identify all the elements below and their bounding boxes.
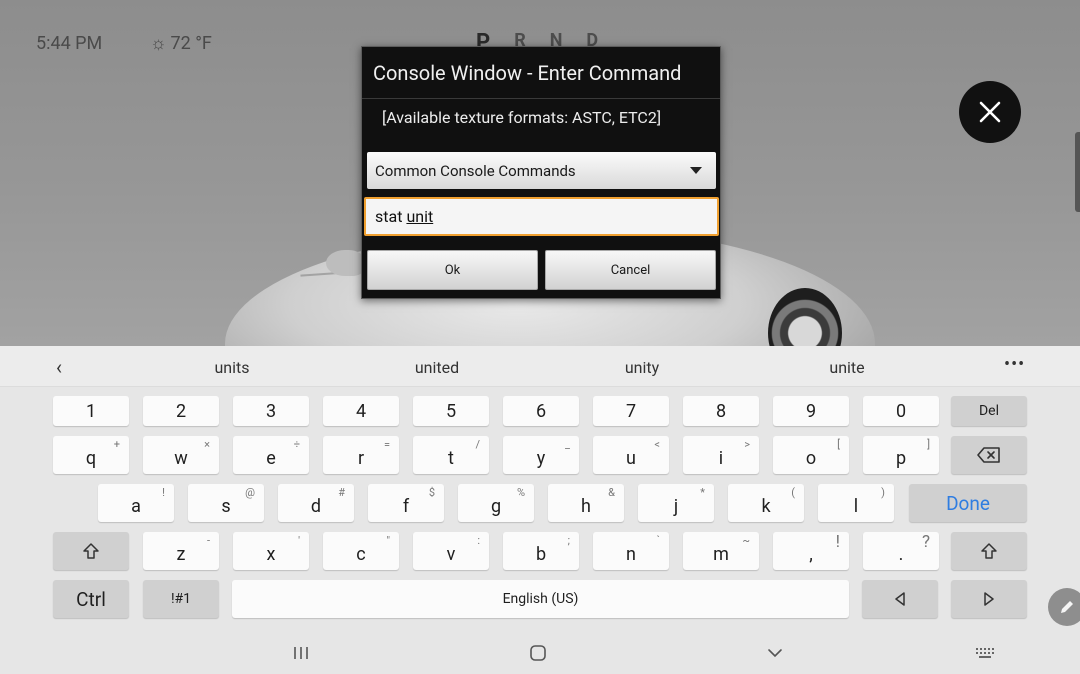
key-9[interactable]: 9: [773, 396, 849, 426]
key-period[interactable]: .?: [863, 532, 939, 570]
key-j[interactable]: j *: [638, 484, 714, 522]
dropdown-arrow-icon: [690, 167, 702, 174]
key-0[interactable]: 0: [863, 396, 939, 426]
key-u[interactable]: u <: [593, 436, 669, 474]
dialog-title: Console Window - Enter Command: [362, 47, 720, 99]
key-i[interactable]: i >: [683, 436, 759, 474]
key-q[interactable]: q +: [53, 436, 129, 474]
key-r[interactable]: r =: [323, 436, 399, 474]
key-b[interactable]: b;: [503, 532, 579, 570]
key-n[interactable]: n `: [593, 532, 669, 570]
cursor-right-key[interactable]: [951, 580, 1027, 618]
edge-panel-handle[interactable]: [1075, 132, 1080, 212]
key-d[interactable]: d #: [278, 484, 354, 522]
sun-icon: ☼: [150, 33, 167, 54]
key-y[interactable]: y _: [503, 436, 579, 474]
key-x[interactable]: x ': [233, 532, 309, 570]
command-input[interactable]: stat unit: [364, 197, 719, 236]
dialog-message: [Available texture formats: ASTC, ETC2]: [382, 108, 662, 127]
status-weather: ☼ 72 °F: [150, 33, 212, 54]
key-4[interactable]: 4: [323, 396, 399, 426]
del-key[interactable]: Del: [951, 396, 1027, 426]
status-temperature: 72 °F: [170, 33, 212, 54]
command-input-current-word: unit: [406, 207, 434, 226]
key-6[interactable]: 6: [503, 396, 579, 426]
ok-button[interactable]: Ok: [367, 250, 538, 290]
car-mirror: [326, 250, 364, 276]
suggestion-1[interactable]: units: [214, 358, 249, 377]
suggestion-2[interactable]: united: [415, 358, 459, 377]
hide-keyboard-icon[interactable]: [766, 644, 784, 662]
key-w[interactable]: w ×: [143, 436, 219, 474]
key-f[interactable]: f $: [368, 484, 444, 522]
dialog-buttons: Ok Cancel: [367, 250, 716, 290]
key-s[interactable]: s @: [188, 484, 264, 522]
shift-icon: [981, 543, 997, 559]
cancel-button[interactable]: Cancel: [545, 250, 716, 290]
home-icon[interactable]: [529, 644, 547, 662]
close-button[interactable]: [959, 81, 1021, 143]
shift-left-key[interactable]: [53, 532, 129, 570]
key-5[interactable]: 5: [413, 396, 489, 426]
symbols-key[interactable]: !#1: [143, 580, 219, 618]
suggestion-back-icon[interactable]: ‹: [56, 355, 62, 379]
navigation-bar: [0, 636, 1080, 674]
done-key[interactable]: Done: [909, 484, 1027, 522]
cursor-left-key[interactable]: [862, 580, 938, 618]
soft-keyboard: ‹ units united unity unite ••• 1 2 3 4 5…: [0, 346, 1080, 636]
key-8[interactable]: 8: [683, 396, 759, 426]
ctrl-key[interactable]: Ctrl: [53, 580, 129, 618]
key-z[interactable]: z-: [143, 532, 219, 570]
space-key[interactable]: English (US): [232, 580, 849, 618]
backspace-icon: [977, 447, 1000, 463]
pen-button[interactable]: [1048, 588, 1080, 626]
key-o[interactable]: o[: [773, 436, 849, 474]
pen-icon: [1061, 601, 1073, 613]
recent-apps-icon[interactable]: [292, 644, 310, 662]
key-p[interactable]: p]: [863, 436, 939, 474]
key-e[interactable]: e ÷: [233, 436, 309, 474]
key-t[interactable]: t /: [413, 436, 489, 474]
dropdown-selected-value: Common Console Commands: [375, 161, 576, 180]
command-input-prefix: stat: [375, 207, 403, 226]
key-m[interactable]: m ~: [683, 532, 759, 570]
more-options-icon[interactable]: •••: [1004, 354, 1025, 375]
backspace-key[interactable]: [951, 436, 1027, 474]
suggestion-3[interactable]: unity: [625, 358, 659, 377]
shift-icon: [83, 543, 99, 559]
key-g[interactable]: g%: [458, 484, 534, 522]
common-commands-dropdown[interactable]: Common Console Commands: [367, 152, 716, 189]
triangle-right-icon: [984, 592, 994, 606]
triangle-left-icon: [895, 592, 905, 606]
console-dialog: Console Window - Enter Command [Availabl…: [361, 46, 721, 299]
key-a[interactable]: a!: [98, 484, 174, 522]
key-l[interactable]: l): [818, 484, 894, 522]
suggestion-bar: ‹ units united unity unite •••: [0, 346, 1080, 387]
key-c[interactable]: c ": [323, 532, 399, 570]
key-v[interactable]: v:: [413, 532, 489, 570]
key-k[interactable]: k(: [728, 484, 804, 522]
key-7[interactable]: 7: [593, 396, 669, 426]
key-h[interactable]: h &: [548, 484, 624, 522]
keyboard-switch-icon[interactable]: [975, 644, 995, 662]
key-2[interactable]: 2: [143, 396, 219, 426]
close-icon: [979, 101, 1001, 123]
status-time: 5:44 PM: [36, 33, 103, 54]
key-1[interactable]: 1: [53, 396, 129, 426]
shift-right-key[interactable]: [951, 532, 1027, 570]
key-3[interactable]: 3: [233, 396, 309, 426]
key-comma[interactable]: ,!: [773, 532, 849, 570]
suggestion-4[interactable]: unite: [829, 358, 864, 377]
